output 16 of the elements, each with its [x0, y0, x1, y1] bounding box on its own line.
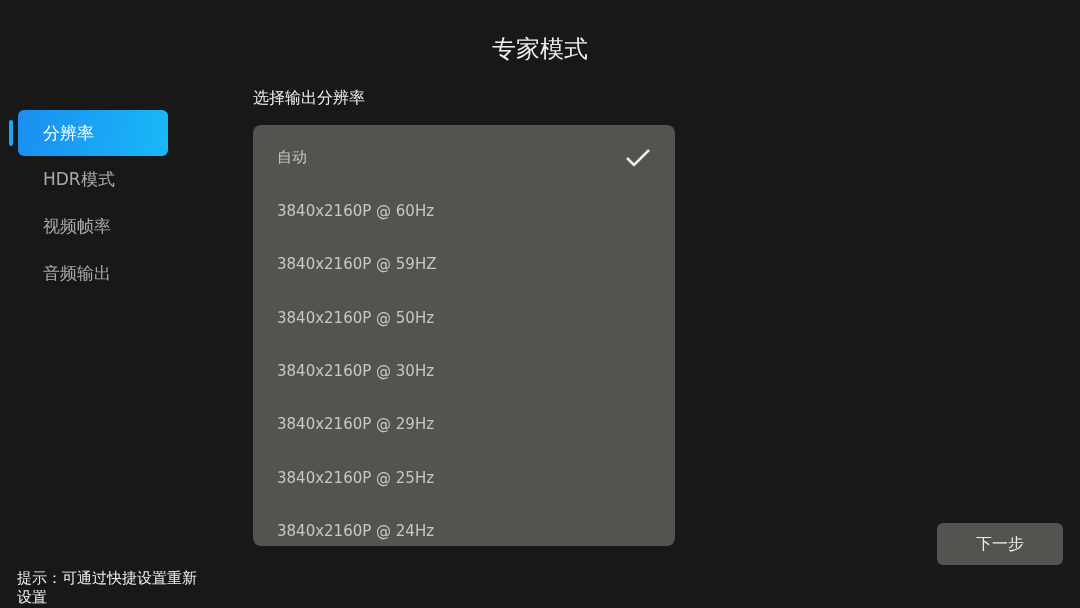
sidebar-item[interactable]: 视频帧率: [18, 203, 168, 250]
hint-text: 提示：可通过快捷设置重新设置: [17, 569, 198, 607]
resolution-option[interactable]: 自动: [277, 146, 307, 169]
next-button[interactable]: 下一步: [937, 523, 1063, 565]
sidebar-item[interactable]: HDR模式: [18, 157, 168, 204]
section-label: 选择输出分辨率: [253, 87, 365, 109]
resolution-option[interactable]: 3840x2160P @ 25Hz: [277, 466, 435, 490]
resolution-option[interactable]: 3840x2160P @ 29Hz: [277, 413, 435, 436]
resolution-option[interactable]: 3840x2160P @ 24Hz: [277, 520, 435, 543]
page-title: 专家模式: [491, 36, 589, 63]
resolution-option[interactable]: 3840x2160P @ 60Hz: [277, 199, 435, 223]
resolution-option[interactable]: 3840x2160P @ 59HZ: [277, 253, 437, 276]
sidebar-item[interactable]: 音频输出: [18, 250, 168, 297]
sidebar-item[interactable]: 分辨率: [18, 110, 168, 157]
resolution-option[interactable]: 3840x2160P @ 50Hz: [277, 306, 435, 330]
resolution-option[interactable]: 3840x2160P @ 30Hz: [277, 360, 435, 383]
